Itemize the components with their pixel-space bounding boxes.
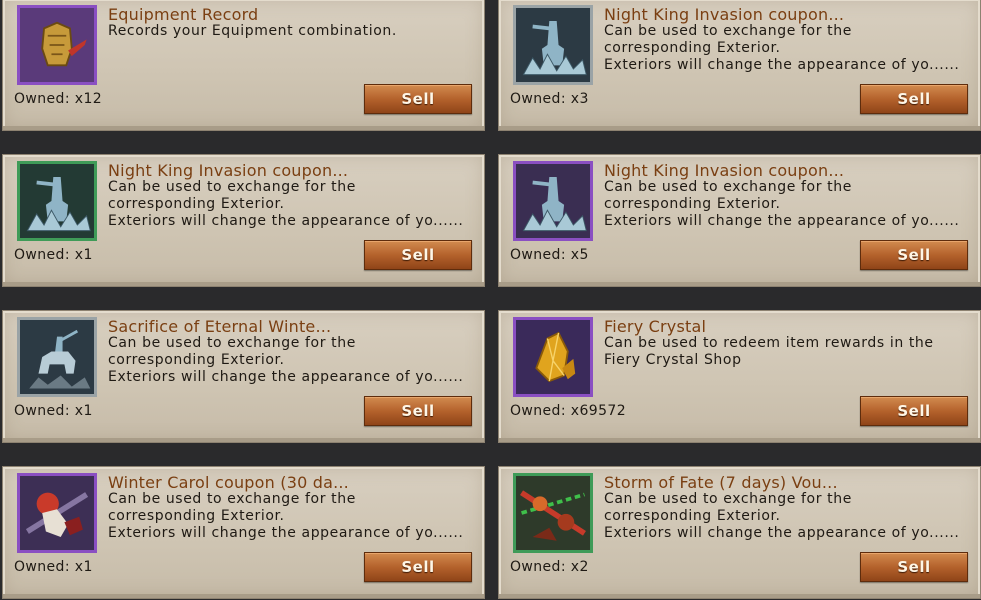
night-king-statue-icon: [17, 161, 97, 241]
owned-count: Owned: x1: [14, 559, 93, 575]
item-card: Storm of Fate (7 days) Vou... Can be use…: [498, 466, 981, 599]
description-line: Can be used to exchange for the: [604, 23, 852, 39]
owned-count: Owned: x1: [14, 247, 93, 263]
item-name: Night King Invasion coupon...: [604, 161, 845, 180]
item-description: Can be used to exchange for the correspo…: [108, 179, 478, 230]
description-line: Can be used to exchange for the: [604, 491, 852, 507]
description-line: Can be used to exchange for the: [108, 179, 356, 195]
item-description: Can be used to exchange for the correspo…: [108, 335, 478, 386]
description-line: corresponding Exterior.: [108, 352, 285, 368]
sell-button[interactable]: Sell: [364, 396, 472, 426]
sell-button[interactable]: Sell: [860, 396, 968, 426]
description-line: corresponding Exterior.: [604, 40, 781, 56]
description-line: corresponding Exterior.: [604, 508, 781, 524]
owned-count: Owned: x1: [14, 403, 93, 419]
item-card: Equipment Record Records your Equipment …: [2, 0, 485, 131]
item-description: Can be used to exchange for the correspo…: [604, 23, 974, 74]
sell-button[interactable]: Sell: [860, 84, 968, 114]
item-card: Night King Invasion coupon... Can be use…: [498, 0, 981, 131]
sell-button[interactable]: Sell: [364, 240, 472, 270]
description-line: Exteriors will change the appearance of …: [604, 525, 960, 541]
description-line: Can be used to exchange for the: [108, 335, 356, 351]
description-line: Fiery Crystal Shop: [604, 352, 742, 368]
item-description: Can be used to exchange for the correspo…: [108, 491, 478, 542]
description-line: Exteriors will change the appearance of …: [604, 213, 960, 229]
description-line: Exteriors will change the appearance of …: [108, 525, 464, 541]
description-line: Can be used to exchange for the: [604, 179, 852, 195]
item-card: Night King Invasion coupon... Can be use…: [2, 154, 485, 287]
description-line: corresponding Exterior.: [108, 508, 285, 524]
sell-button[interactable]: Sell: [364, 552, 472, 582]
sell-button[interactable]: Sell: [364, 84, 472, 114]
item-name: Night King Invasion coupon...: [604, 5, 845, 24]
item-name: Storm of Fate (7 days) Vou...: [604, 473, 838, 492]
owned-count: Owned: x69572: [510, 403, 627, 419]
owned-count: Owned: x5: [510, 247, 589, 263]
winter-carol-icon: [17, 473, 97, 553]
horse-rider-statue-icon: [17, 317, 97, 397]
item-card: Winter Carol coupon (30 da... Can be use…: [2, 466, 485, 599]
description-line: corresponding Exterior.: [108, 196, 285, 212]
description-line: Can be used to redeem item rewards in th…: [604, 335, 934, 351]
item-name: Fiery Crystal: [604, 317, 707, 336]
sell-button[interactable]: Sell: [860, 552, 968, 582]
description-line: Records your Equipment combination.: [108, 23, 397, 39]
owned-count: Owned: x2: [510, 559, 589, 575]
item-description: Records your Equipment combination.: [108, 23, 478, 40]
storm-of-fate-icon: [513, 473, 593, 553]
item-name: Equipment Record: [108, 5, 259, 24]
item-name: Sacrifice of Eternal Winte...: [108, 317, 332, 336]
description-line: Can be used to exchange for the: [108, 491, 356, 507]
owned-count: Owned: x3: [510, 91, 589, 107]
item-card: Sacrifice of Eternal Winte... Can be use…: [2, 310, 485, 443]
description-line: Exteriors will change the appearance of …: [108, 213, 464, 229]
item-name: Winter Carol coupon (30 da...: [108, 473, 349, 492]
description-line: Exteriors will change the appearance of …: [108, 369, 464, 385]
description-line: Exteriors will change the appearance of …: [604, 57, 960, 73]
item-description: Can be used to redeem item rewards in th…: [604, 335, 974, 369]
crystal-icon: [513, 317, 593, 397]
item-card: Fiery Crystal Can be used to redeem item…: [498, 310, 981, 443]
owned-count: Owned: x12: [14, 91, 103, 107]
night-king-statue-icon: [513, 161, 593, 241]
armor-icon: [17, 5, 97, 85]
sell-button[interactable]: Sell: [860, 240, 968, 270]
item-name: Night King Invasion coupon...: [108, 161, 349, 180]
night-king-statue-icon: [513, 5, 593, 85]
item-card: Night King Invasion coupon... Can be use…: [498, 154, 981, 287]
item-description: Can be used to exchange for the correspo…: [604, 179, 974, 230]
item-description: Can be used to exchange for the correspo…: [604, 491, 974, 542]
description-line: corresponding Exterior.: [604, 196, 781, 212]
